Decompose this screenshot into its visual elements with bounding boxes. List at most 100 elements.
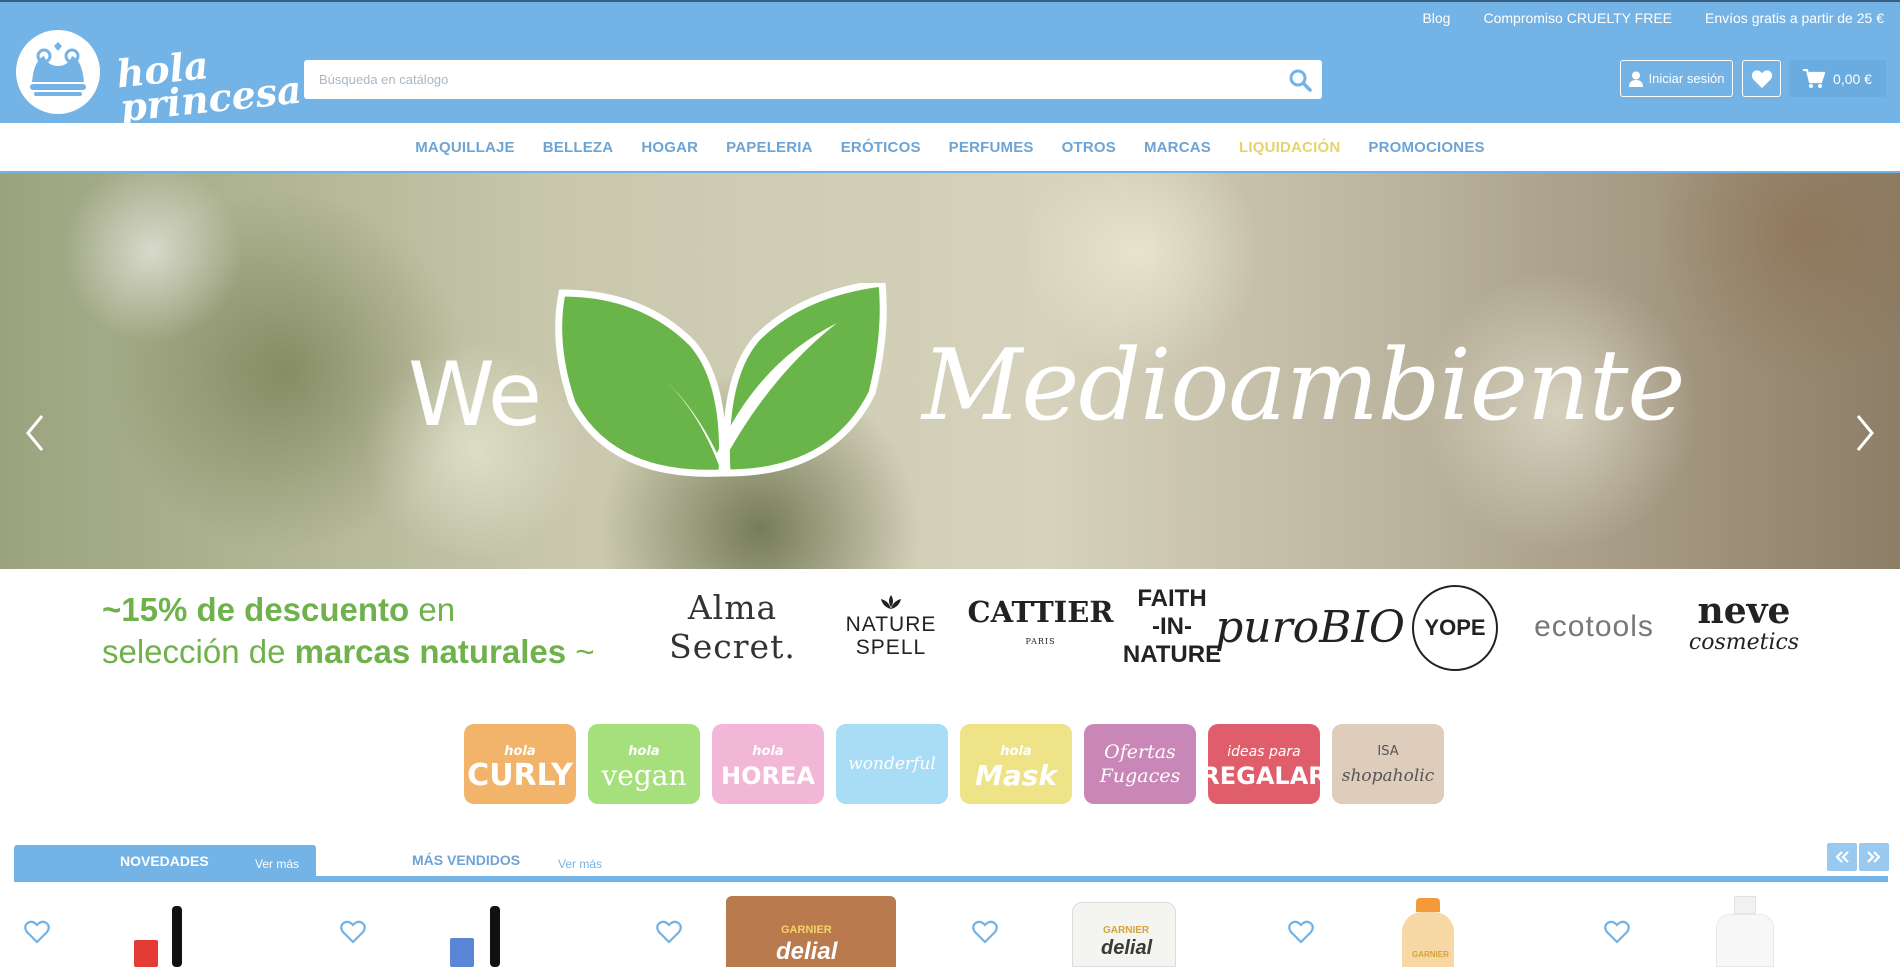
- search-input[interactable]: [304, 60, 1264, 99]
- tab-novedades-label[interactable]: NOVEDADES: [120, 853, 209, 869]
- brand-faith-l1: FAITH: [1137, 585, 1207, 612]
- nav-marcas[interactable]: MARCAS: [1144, 139, 1211, 156]
- heart-outline-icon[interactable]: [340, 920, 366, 944]
- brand-neve-sub: cosmetics: [1688, 630, 1800, 655]
- product-name-label: delial: [1101, 937, 1153, 959]
- brand-neve: neve cosmetics: [1678, 587, 1810, 667]
- cruelty-free-link[interactable]: Compromiso CRUELTY FREE: [1483, 10, 1672, 26]
- tab-mas-vendidos[interactable]: MÁS VENDIDOS: [412, 852, 520, 868]
- brand-ecotools: ecotools: [1534, 610, 1654, 643]
- tile-top-label: ISA: [1377, 744, 1399, 759]
- double-chevron-right-icon: [1867, 851, 1881, 863]
- nav-papeleria[interactable]: PAPELERIA: [726, 139, 813, 156]
- tile-top-label: ideas para: [1227, 744, 1301, 760]
- hero-word-medioambiente: Medioambiente: [922, 329, 1685, 443]
- promo-text: ~15% de descuento en selección de marcas…: [102, 589, 595, 673]
- brand-faith-l3: NATURE: [1122, 641, 1222, 668]
- tile-hola-vegan[interactable]: hola vegan: [588, 724, 700, 804]
- carousel-prev-icon[interactable]: [20, 408, 50, 458]
- product-card[interactable]: [14, 888, 314, 967]
- tile-wonderful[interactable]: wonderful: [836, 724, 948, 804]
- brand-nature-spell-l1: NATURE: [845, 613, 937, 636]
- carousel-next-icon[interactable]: [1850, 408, 1880, 458]
- nav-belleza[interactable]: BELLEZA: [543, 139, 614, 156]
- nav-liquidacion[interactable]: LIQUIDACIÓN: [1239, 139, 1340, 156]
- login-label: Iniciar sesión: [1648, 71, 1725, 86]
- top-links: Blog Compromiso CRUELTY FREE Envíos grat…: [1422, 10, 1900, 26]
- nav-hogar[interactable]: HOGAR: [641, 139, 698, 156]
- nav-eroticos[interactable]: ERÓTICOS: [841, 139, 921, 156]
- tile-hola-horea[interactable]: hola HOREA: [712, 724, 824, 804]
- free-shipping-link[interactable]: Envíos gratis a partir de 25 €: [1705, 10, 1884, 26]
- search-icon[interactable]: [1288, 68, 1312, 92]
- tile-main-label: REGALAR: [1201, 762, 1327, 790]
- heart-outline-icon[interactable]: [972, 920, 998, 944]
- product-card[interactable]: GARNIER: [1278, 888, 1578, 967]
- product-image[interactable]: [440, 906, 530, 967]
- leaf-check-icon: [555, 283, 887, 477]
- nav-promociones[interactable]: PROMOCIONES: [1368, 139, 1484, 156]
- product-card[interactable]: GARNIER delial: [646, 888, 946, 967]
- nav-otros[interactable]: OTROS: [1062, 139, 1116, 156]
- promo-line2-strong: marcas naturales: [294, 633, 567, 670]
- brand-nature-spell-l2: SPELL: [855, 636, 927, 659]
- natural-brands-banner[interactable]: ~15% de descuento en selección de marcas…: [0, 569, 1900, 689]
- category-tiles: hola CURLY hola vegan hola HOREA wonderful …: [464, 724, 1444, 804]
- product-card[interactable]: [1594, 888, 1894, 967]
- hero-word-we: We: [408, 343, 542, 446]
- tile-main-label: wonderful: [848, 754, 936, 774]
- tile-main-label: HOREA: [721, 762, 815, 790]
- tile-hola-mask[interactable]: hola Mask: [960, 724, 1072, 804]
- tile-top-label: hola: [752, 744, 784, 759]
- tab-novedades-more-link[interactable]: Ver más: [255, 857, 299, 871]
- product-brand-label: GARNIER: [781, 924, 832, 936]
- product-card[interactable]: [330, 888, 630, 967]
- wishlist-button[interactable]: [1742, 60, 1781, 97]
- promo-line2-c: ~: [566, 633, 595, 670]
- brand-alma-secret: Alma Secret.: [669, 588, 796, 666]
- product-brand-label: GARNIER: [1103, 925, 1150, 936]
- tile-ofertas-fugaces[interactable]: Ofertas Fugaces: [1084, 724, 1196, 804]
- promo-line1-strong: ~15% de descuento: [102, 591, 410, 628]
- main-nav: MAQUILLAJE BELLEZA HOGAR PAPELERIA ERÓTI…: [0, 123, 1900, 173]
- carousel-next-button[interactable]: [1859, 843, 1889, 871]
- heart-outline-icon[interactable]: [1288, 920, 1314, 944]
- tile-ideas-regalar[interactable]: ideas para REGALAR: [1201, 724, 1327, 804]
- product-image[interactable]: GARNIER delial: [1072, 902, 1176, 967]
- tile-hola-curly[interactable]: hola CURLY: [464, 724, 576, 804]
- cart-icon: [1803, 68, 1826, 88]
- product-card[interactable]: GARNIER delial: [962, 888, 1262, 967]
- product-name-label: delial: [776, 938, 838, 965]
- brand-purobio: puroBIO: [1215, 601, 1405, 653]
- blog-link[interactable]: Blog: [1422, 10, 1450, 26]
- tile-top-label: Ofertas: [1104, 741, 1176, 763]
- heart-outline-icon[interactable]: [656, 920, 682, 944]
- hero-banner[interactable]: We Medioambiente: [0, 173, 1900, 569]
- tile-main-label: Fugaces: [1099, 765, 1181, 787]
- cart-button[interactable]: 0,00 €: [1789, 60, 1886, 97]
- carousel-prev-button[interactable]: [1827, 843, 1857, 871]
- login-button[interactable]: Iniciar sesión: [1620, 60, 1733, 97]
- brand-faith-l2: -IN-: [1152, 613, 1192, 640]
- product-image[interactable]: GARNIER delial: [726, 896, 896, 967]
- site-logo[interactable]: hola princesa: [14, 28, 304, 130]
- double-chevron-left-icon: [1835, 851, 1849, 863]
- tile-main-label: CURLY: [467, 758, 573, 793]
- product-image[interactable]: GARNIER: [1398, 898, 1458, 967]
- brand-cattier: CATTIER PARIS: [968, 587, 1114, 667]
- cart-total: 0,00 €: [1833, 70, 1872, 87]
- product-image[interactable]: [124, 906, 214, 967]
- tile-isa-shopaholic[interactable]: ISA shopaholic: [1332, 724, 1444, 804]
- tab-mas-vendidos-more-link[interactable]: Ver más: [558, 857, 602, 871]
- heart-outline-icon[interactable]: [1604, 920, 1630, 944]
- brand-nature-spell: NATURE SPELL: [845, 587, 937, 667]
- nav-perfumes[interactable]: PERFUMES: [949, 139, 1034, 156]
- logo-text: hola princesa: [114, 42, 304, 131]
- product-image[interactable]: [1710, 896, 1780, 967]
- heart-outline-icon[interactable]: [24, 920, 50, 944]
- tabs-underline: [14, 876, 1888, 882]
- nav-maquillaje[interactable]: MAQUILLAJE: [415, 139, 515, 156]
- tile-main-label: Mask: [974, 759, 1058, 792]
- heart-icon: [1751, 69, 1772, 88]
- promo-line1-rest: en: [409, 591, 456, 628]
